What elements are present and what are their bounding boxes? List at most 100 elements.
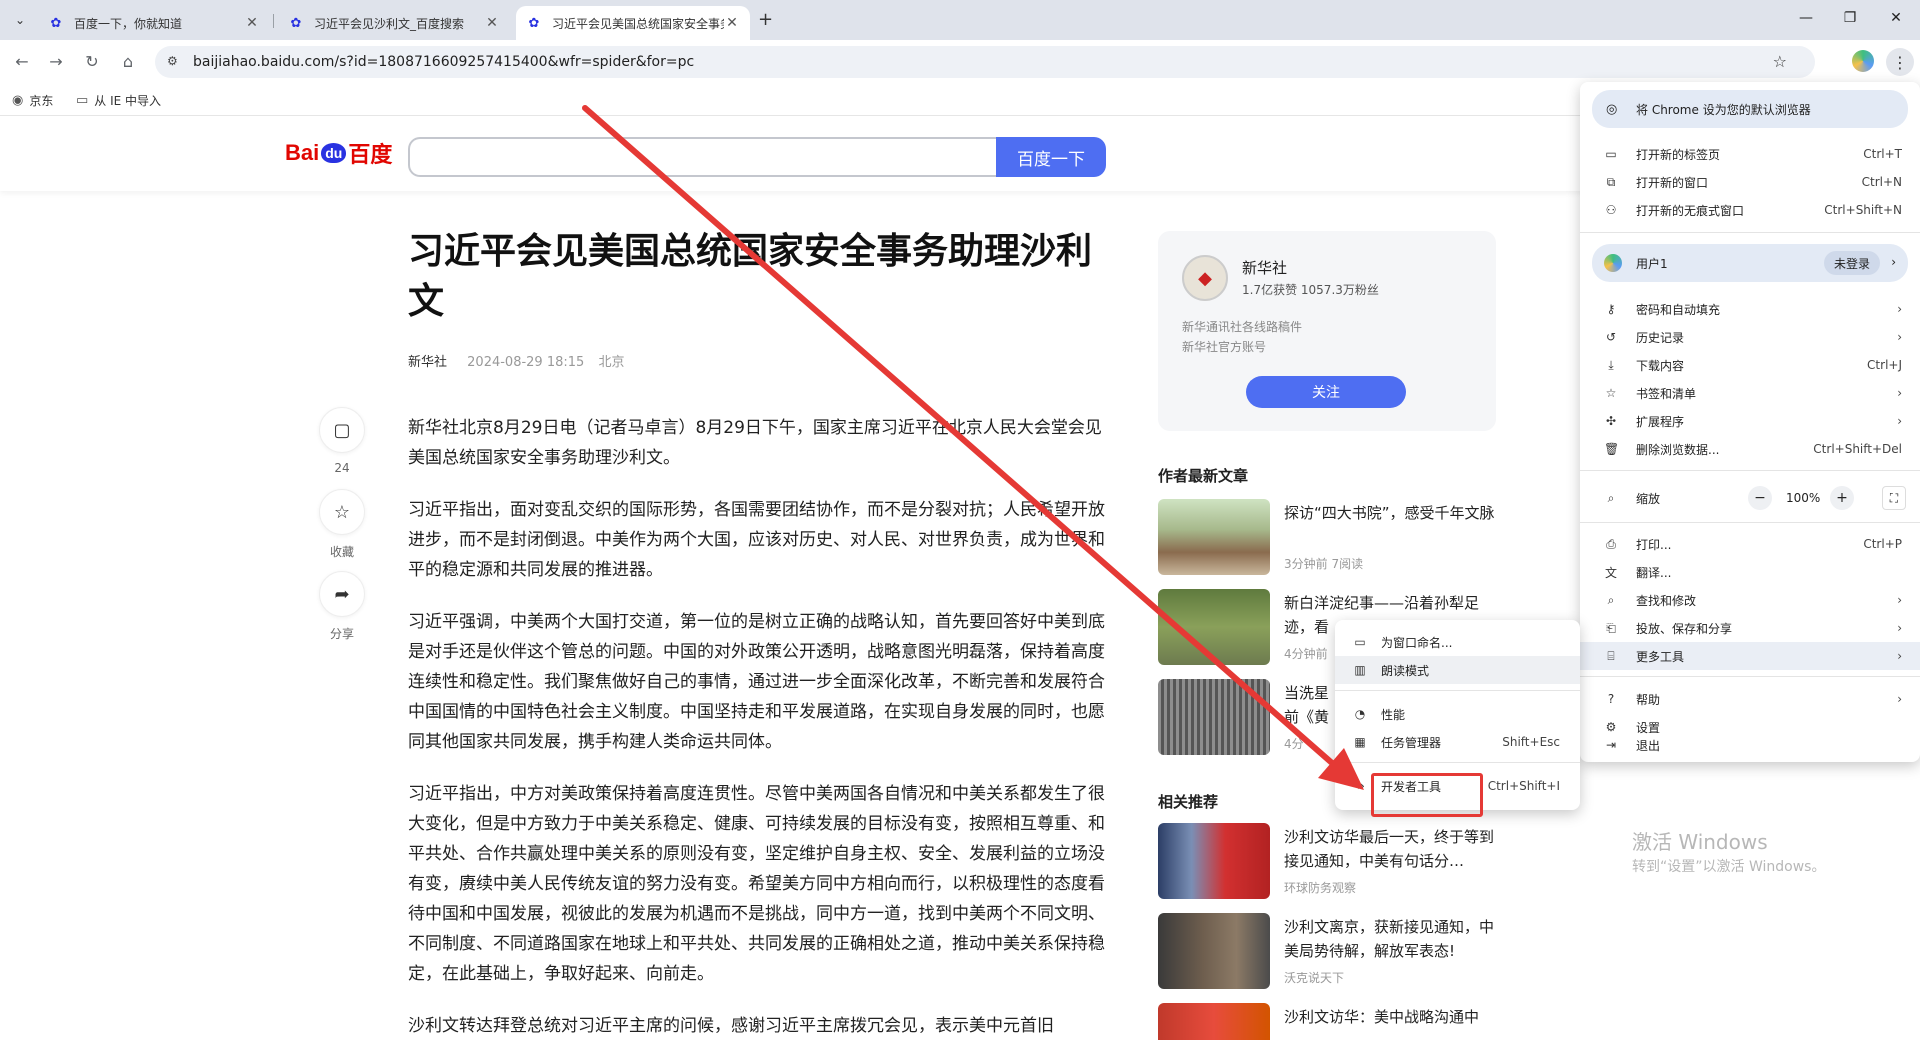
menu-more-tools[interactable]: ⌸ 更多工具 › [1580, 642, 1920, 670]
menu-cast-save[interactable]: ⎗ 投放、保存和分享 › [1580, 614, 1920, 642]
printer-icon: ⎙ [1606, 536, 1616, 551]
menu-exit[interactable]: ⇥ 退出 [1580, 731, 1920, 759]
address-bar[interactable]: ⚙ baijiahao.baidu.com/s?id=1808716609257… [155, 46, 1815, 78]
reload-icon[interactable]: ↻ [82, 52, 102, 71]
news-thumbnail[interactable] [1158, 823, 1270, 899]
news-thumbnail[interactable] [1158, 1003, 1270, 1040]
comment-icon[interactable]: ▢ [319, 407, 365, 453]
toolbox-icon: ⌸ [1607, 648, 1615, 663]
tab-article[interactable]: ✿ 习近平会见美国总统国家安全事务助理沙利文 ✕ [516, 6, 750, 40]
tab-strip: ⌄ ✿ 百度一下，你就知道 ✕ ✿ 习近平会见沙利文_百度搜索 ✕ ✿ 习近平会… [0, 0, 1920, 40]
submenu-reading-mode[interactable]: ▥ 朗读模式 [1335, 656, 1580, 684]
devtools-highlight-box [1371, 773, 1483, 817]
address-url[interactable]: baijiahao.baidu.com/s?id=180871660925741… [193, 54, 694, 70]
article-source[interactable]: 新华社 [408, 355, 447, 370]
zoom-in-button[interactable]: + [1830, 486, 1854, 510]
comment-action[interactable]: ▢ 24 [318, 407, 366, 475]
close-icon[interactable]: ✕ [724, 15, 740, 31]
list-item[interactable]: 沙利文访华最后一天，终于等到接见通知，中美有句话分… 环球防务观察 [1158, 823, 1498, 901]
search-button[interactable]: 百度一下 [996, 137, 1106, 177]
minimize-icon[interactable]: — [1796, 10, 1816, 26]
xinhua-avatar-icon[interactable]: ◆ [1182, 255, 1228, 301]
menu-clear-data[interactable]: 🗑 删除浏览数据... Ctrl+Shift+Del [1580, 435, 1920, 463]
tab-search-chevron-icon[interactable]: ⌄ [8, 8, 32, 32]
news-title[interactable]: 探访“四大书院”，感受千年文脉 [1284, 501, 1498, 525]
search-input[interactable] [408, 137, 998, 177]
menu-translate[interactable]: 文 翻译... [1580, 558, 1920, 586]
bookmark-star-icon[interactable]: ☆ [1773, 52, 1787, 71]
author-name[interactable]: 新华社 [1242, 257, 1287, 278]
menu-divider [1580, 676, 1920, 677]
star-icon[interactable]: ☆ [319, 489, 365, 535]
menu-bookmarks[interactable]: ☆ 书签和清单 › [1580, 379, 1920, 407]
favorite-action[interactable]: ☆ 收藏 [318, 489, 366, 560]
restore-icon[interactable]: ❐ [1840, 10, 1860, 26]
menu-print[interactable]: ⎙ 打印... Ctrl+P [1580, 530, 1920, 558]
submenu-task-manager[interactable]: ▦ 任务管理器 Shift+Esc [1335, 728, 1580, 756]
close-icon[interactable]: ✕ [244, 15, 260, 31]
menu-extensions[interactable]: ✣ 扩展程序 › [1580, 407, 1920, 435]
key-icon: ⚷ [1606, 302, 1616, 316]
back-icon[interactable]: ← [12, 52, 32, 71]
news-thumbnail[interactable] [1158, 589, 1270, 665]
tab-title: 习近平会见沙利文_百度搜索 [314, 16, 465, 31]
zoom-out-button[interactable]: − [1748, 486, 1772, 510]
menu-help[interactable]: ? 帮助 › [1580, 685, 1920, 713]
profile-avatar-icon[interactable] [1852, 50, 1874, 72]
article-date: 2024-08-29 18:15 [467, 355, 585, 370]
menu-user-profile[interactable]: 用户1 未登录 › [1592, 244, 1908, 282]
tab-baidu-home[interactable]: ✿ 百度一下，你就知道 ✕ [38, 6, 270, 40]
author-description: 新华通讯社各线路稿件 新华社官方账号 [1182, 317, 1302, 357]
menu-label: 将 Chrome 设为您的默认浏览器 [1636, 102, 1811, 117]
fullscreen-icon[interactable]: ⛶ [1882, 486, 1906, 510]
bookmark-label: 京东 [29, 94, 54, 108]
baidu-logo[interactable]: Bai du 百度 [285, 137, 392, 169]
submenu-performance[interactable]: ◔ 性能 [1335, 700, 1580, 728]
news-title[interactable]: 沙利文离京，获新接见通知，中美局势待解，解放军表态! [1284, 915, 1498, 963]
chrome-menu-kebab-icon[interactable]: ⋮ [1886, 48, 1914, 76]
download-icon: ⤓ [1608, 357, 1614, 372]
bookmark-jd[interactable]: ◉ 京东 [12, 92, 53, 109]
baidu-paw-icon: ✿ [528, 15, 540, 31]
list-item[interactable]: 沙利文离京，获新接见通知，中美局势待解，解放军表态! 沃克说天下 [1158, 913, 1498, 991]
menu-incognito[interactable]: ⚇ 打开新的无痕式窗口 Ctrl+Shift+N [1580, 196, 1920, 224]
news-title[interactable]: 沙利文访华最后一天，终于等到接见通知，中美有句话分… [1284, 825, 1498, 873]
follow-button[interactable]: 关注 [1246, 376, 1406, 408]
window-close-icon[interactable]: ✕ [1886, 10, 1906, 26]
article-paragraph: 习近平强调，中美两个大国打交道，第一位的是树立正确的战略认知，首先要回答好中美到… [408, 612, 1105, 752]
help-icon: ? [1607, 692, 1615, 706]
news-thumbnail[interactable] [1158, 679, 1270, 755]
menu-history[interactable]: ↺ 历史记录 › [1580, 323, 1920, 351]
speedometer-icon: ◔ [1354, 707, 1366, 721]
site-info-icon[interactable]: ⚙ [167, 54, 178, 68]
menu-new-tab[interactable]: ▭ 打开新的标签页 Ctrl+T [1580, 140, 1920, 168]
news-title[interactable]: 沙利文访华：美中战略沟通中 [1284, 1005, 1498, 1029]
forward-icon[interactable]: → [46, 52, 66, 71]
news-thumbnail[interactable] [1158, 499, 1270, 575]
bookmark-folder-ie[interactable]: ▭ 从 IE 中导入 [76, 92, 161, 109]
share-action[interactable]: ➦ 分享 [318, 571, 366, 642]
menu-passwords[interactable]: ⚷ 密码和自动填充 › [1580, 295, 1920, 323]
browser-toolbar: ← → ↻ ⌂ ⚙ baijiahao.baidu.com/s?id=18087… [0, 40, 1920, 84]
share-icon[interactable]: ➦ [319, 571, 365, 617]
menu-shortcut: Ctrl+Shift+N [1824, 203, 1902, 217]
submenu-name-window[interactable]: ▭ 为窗口命名... [1335, 628, 1580, 656]
close-icon[interactable]: ✕ [484, 15, 500, 31]
new-tab-plus-icon[interactable]: + [758, 9, 773, 30]
author-desc-line: 新华社官方账号 [1182, 340, 1267, 354]
menu-divider [1335, 690, 1580, 691]
window-icon: ▭ [1354, 635, 1366, 649]
related-heading: 相关推荐 [1158, 793, 1219, 811]
tab-title: 百度一下，你就知道 [74, 16, 183, 31]
tab-search-results[interactable]: ✿ 习近平会见沙利文_百度搜索 ✕ [278, 6, 510, 40]
home-icon[interactable]: ⌂ [118, 52, 138, 71]
menu-downloads[interactable]: ⤓ 下载内容 Ctrl+J [1580, 351, 1920, 379]
news-meta: 环球防务观察 [1284, 881, 1357, 895]
set-default-browser-item[interactable]: ◎ 将 Chrome 设为您的默认浏览器 [1592, 90, 1908, 128]
list-item[interactable]: 沙利文访华：美中战略沟通中 [1158, 1003, 1498, 1040]
menu-find-edit[interactable]: ⌕ 查找和修改 › [1580, 586, 1920, 614]
menu-new-window[interactable]: ⧉ 打开新的窗口 Ctrl+N [1580, 168, 1920, 196]
news-thumbnail[interactable] [1158, 913, 1270, 989]
news-meta: 沃克说天下 [1284, 971, 1345, 985]
list-item[interactable]: 探访“四大书院”，感受千年文脉 3分钟前 7阅读 [1158, 499, 1498, 577]
